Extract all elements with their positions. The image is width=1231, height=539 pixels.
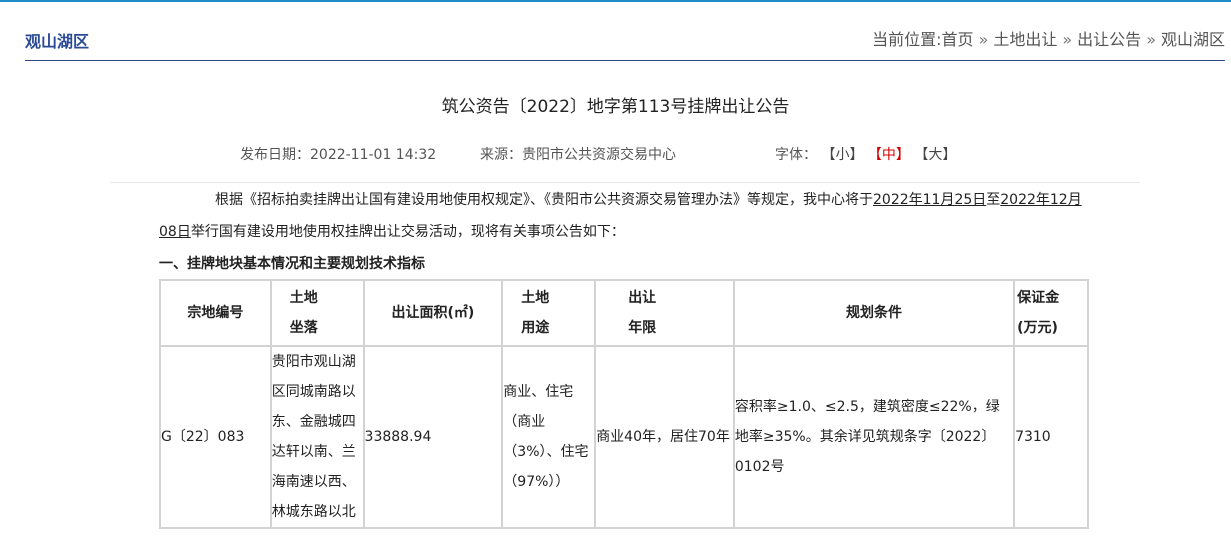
cell-plot-code: G〔22〕083 xyxy=(159,345,272,529)
publish-date-value: 2022-11-01 14:32 xyxy=(310,147,437,163)
table-header-row: 宗地编号 土地坐落 出让面积(㎡) 土地用途 出让年限 规划条件 保证金 (万元) xyxy=(159,279,1089,347)
publish-date: 发布日期：2022-11-01 14:32 xyxy=(240,144,436,164)
top-accent-line xyxy=(0,0,1231,2)
breadcrumb-separator: » xyxy=(978,30,989,49)
cell-area: 33888.94 xyxy=(362,345,504,529)
article-title: 筑公资告〔2022〕地字第113号挂牌出让公告 xyxy=(441,97,790,117)
header-location-line1: 土地 xyxy=(289,290,318,306)
breadcrumb: 当前位置:首页» 土地出让» 出让公告» 观山湖区 xyxy=(872,26,1225,50)
header-usage-line1: 土地 xyxy=(521,290,550,306)
breadcrumb-item-land-transfer[interactable]: 土地出让 xyxy=(993,30,1057,49)
source-value: 贵阳市公共资源交易中心 xyxy=(522,147,676,163)
breadcrumb-item-home[interactable]: 首页 xyxy=(942,30,974,49)
publish-date-label: 发布日期： xyxy=(240,147,310,163)
breadcrumb-item-transfer-notice[interactable]: 出让公告 xyxy=(1077,30,1141,49)
meta-divider xyxy=(110,182,1140,183)
intro-date-start: 2022年11月25日 xyxy=(873,192,987,208)
cell-location: 贵阳市观山湖区同城南路以东、金融城四达轩以南、兰海南速以西、林城东路以北 xyxy=(269,345,365,529)
header-location-line2: 坐落 xyxy=(289,320,318,336)
cell-deposit: 7310 xyxy=(1013,345,1089,529)
breadcrumb-item-district[interactable]: 观山湖区 xyxy=(1161,30,1225,49)
header-deposit-line2: (万元) xyxy=(1017,320,1058,336)
cell-usage: 商业、住宅（商业（3%）、住宅（97%）） xyxy=(501,345,597,529)
intro-text-before: 根据《招标拍卖挂牌出让国有建设用地使用权规定》、《贵阳市公共资源交易管理办法》等… xyxy=(215,192,873,208)
intro-text-mid: 至 xyxy=(986,192,1001,208)
site-name[interactable]: 观山湖区 xyxy=(25,28,89,52)
header-term: 出让 年限 xyxy=(594,279,735,347)
header-term-line1: 出让 xyxy=(628,290,657,306)
breadcrumb-separator: » xyxy=(1146,30,1156,49)
intro-paragraph: 根据《招标拍卖挂牌出让国有建设用地使用权规定》、《贵阳市公共资源交易管理办法》等… xyxy=(159,184,1089,248)
breadcrumb-separator: » xyxy=(1062,30,1073,49)
font-size-small-button[interactable]: 【小】 xyxy=(821,147,863,163)
header-deposit-line1: 保证金 xyxy=(1017,290,1060,306)
article-source: 来源：贵阳市公共资源交易中心 xyxy=(480,144,676,164)
header-area: 出让面积(㎡) xyxy=(362,279,504,347)
intro-text-after: 举行国有建设用地使用权挂牌出让交易活动，现将有关事项公告如下： xyxy=(190,224,625,240)
font-size-large-button[interactable]: 【大】 xyxy=(914,147,956,163)
source-label: 来源： xyxy=(480,147,522,163)
table-row: G〔22〕083 贵阳市观山湖区同城南路以东、金融城四达轩以南、兰海南速以西、林… xyxy=(159,345,1089,529)
page-header: 观山湖区 当前位置:首页» 土地出让» 出让公告» 观山湖区 xyxy=(25,18,1225,61)
header-planning: 规划条件 xyxy=(732,279,1016,347)
header-plot-code: 宗地编号 xyxy=(159,279,272,347)
cell-term: 商业40年，居住70年 xyxy=(594,345,735,529)
font-size-label: 字体： xyxy=(775,147,817,163)
header-usage: 土地 用途 xyxy=(501,279,597,347)
header-usage-line2: 用途 xyxy=(521,320,550,336)
land-plot-table: 宗地编号 土地坐落 出让面积(㎡) 土地用途 出让年限 规划条件 保证金 (万元)… xyxy=(159,279,1089,529)
header-deposit: 保证金 (万元) xyxy=(1013,279,1089,347)
font-size-medium-button[interactable]: 【中】 xyxy=(868,147,910,163)
header-location: 土地 坐落 xyxy=(269,279,365,347)
breadcrumb-prefix: 当前位置: xyxy=(872,30,942,49)
cell-planning: 容积率≥1.0、≤2.5，建筑密度≤22%，绿地率≥35%。其余详见筑规条字〔2… xyxy=(732,345,1016,529)
section-title: 一、挂牌地块基本情况和主要规划技术指标 xyxy=(159,256,425,272)
header-term-line2: 年限 xyxy=(628,320,657,336)
font-size-switcher: 字体： 【小】 【中】 【大】 xyxy=(775,144,956,164)
